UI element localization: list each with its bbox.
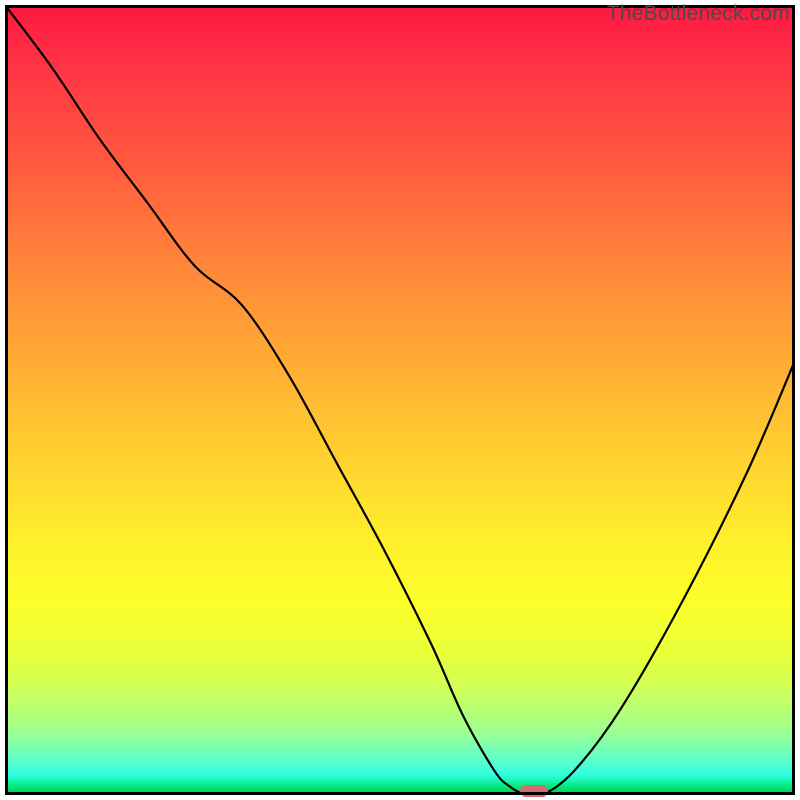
optimal-marker [520, 785, 548, 797]
bottleneck-plot [5, 5, 795, 795]
heat-gradient [5, 5, 795, 795]
